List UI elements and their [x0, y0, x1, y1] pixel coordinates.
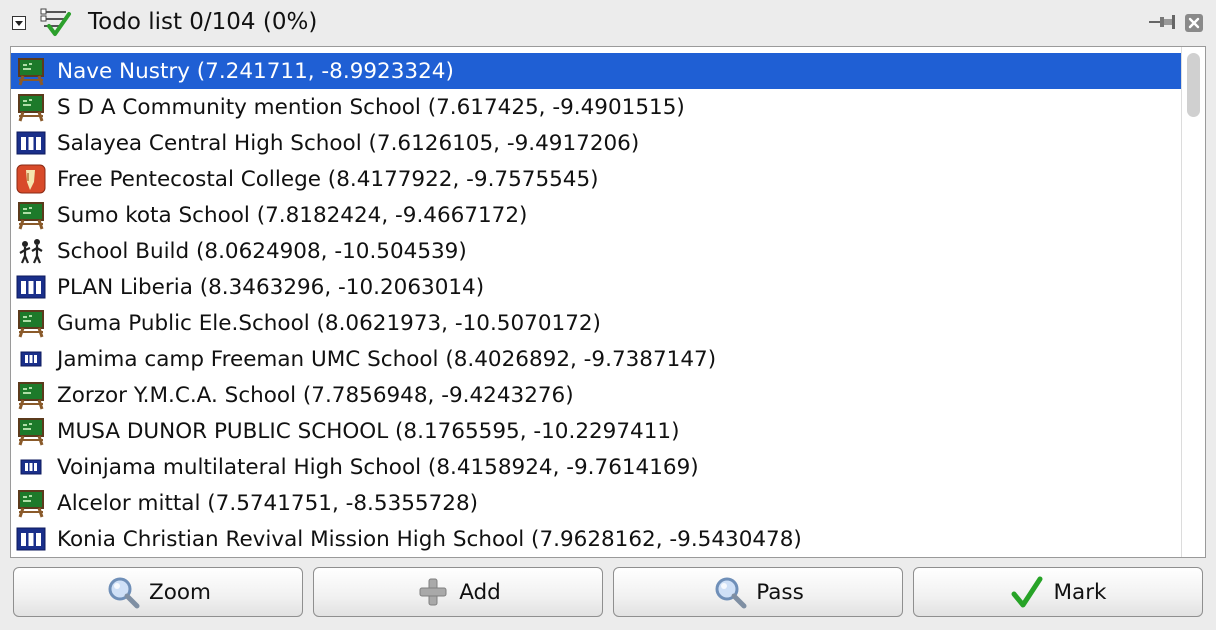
list-item-label: Salayea Central High School (7.6126105, …	[57, 130, 640, 156]
zoom-icon	[712, 574, 748, 610]
list-item[interactable]: Alcelor mittal (7.5741751, -8.5355728)	[11, 485, 1181, 521]
checkmark-icon	[1009, 574, 1045, 610]
school-board-icon	[15, 55, 47, 87]
panel-titlebar: Todo list 0/104 (0%)	[0, 0, 1216, 44]
list-item[interactable]: Jamima camp Freeman UMC School (8.402689…	[11, 341, 1181, 377]
school-board-icon	[15, 91, 47, 123]
list-item[interactable]: Free Pentecostal College (8.4177922, -9.…	[11, 161, 1181, 197]
high-school-icon	[15, 127, 47, 159]
school-board-icon	[15, 307, 47, 339]
list-item-label: Konia Christian Revival Mission High Sch…	[57, 526, 802, 552]
high-school-icon	[15, 523, 47, 555]
todo-checklist-icon	[40, 8, 71, 36]
list-item-label: Guma Public Ele.School (8.0621973, -10.5…	[57, 310, 601, 336]
zoom-icon	[105, 574, 141, 610]
zoom-button-label: Zoom	[149, 579, 211, 605]
list-item[interactable]: PLAN Liberia (8.3463296, -10.2063014)	[11, 269, 1181, 305]
list-item-label: Sumo kota School (7.8182424, -9.4667172)	[57, 202, 528, 228]
panel-title: Todo list 0/104 (0%)	[88, 9, 318, 35]
pass-button[interactable]: Pass	[613, 567, 903, 617]
mark-button[interactable]: Mark	[913, 567, 1203, 617]
list-item-label: Jamima camp Freeman UMC School (8.402689…	[57, 346, 717, 372]
todo-list[interactable]: Nave Nustry (7.241711, -8.9923324) S D A …	[10, 46, 1206, 558]
small-building-icon	[15, 343, 47, 375]
list-item[interactable]: MUSA DUNOR PUBLIC SCHOOL (8.1765595, -10…	[11, 413, 1181, 449]
children-icon	[15, 235, 47, 267]
list-item-label: Zorzor Y.M.C.A. School (7.7856948, -9.42…	[57, 382, 574, 408]
list-item[interactable]: Salayea Central High School (7.6126105, …	[11, 125, 1181, 161]
list-item-label: Nave Nustry (7.241711, -8.9923324)	[57, 58, 454, 84]
list-item-label: S D A Community mention School (7.617425…	[57, 94, 685, 120]
list-item[interactable]: Zorzor Y.M.C.A. School (7.7856948, -9.42…	[11, 377, 1181, 413]
school-board-icon	[15, 415, 47, 447]
collapse-toggle-icon[interactable]	[12, 16, 26, 30]
vertical-scrollbar[interactable]	[1181, 47, 1205, 557]
small-building-icon	[15, 451, 47, 483]
add-button-label: Add	[459, 579, 501, 605]
list-item[interactable]: Guma Public Ele.School (8.0621973, -10.5…	[11, 305, 1181, 341]
scrollbar-thumb[interactable]	[1187, 53, 1200, 117]
list-item-label: PLAN Liberia (8.3463296, -10.2063014)	[57, 274, 485, 300]
list-item[interactable]: Konia Christian Revival Mission High Sch…	[11, 521, 1181, 557]
list-item-label: School Build (8.0624908, -10.504539)	[57, 238, 467, 264]
close-icon[interactable]	[1184, 13, 1204, 33]
school-board-icon	[15, 487, 47, 519]
mark-button-label: Mark	[1053, 579, 1107, 605]
list-item-label: Voinjama multilateral High School (8.415…	[57, 454, 699, 480]
list-item-label: Alcelor mittal (7.5741751, -8.5355728)	[57, 490, 479, 516]
add-button[interactable]: Add	[313, 567, 603, 617]
high-school-icon	[15, 271, 47, 303]
todo-items: Nave Nustry (7.241711, -8.9923324) S D A …	[11, 53, 1181, 557]
list-item[interactable]: School Build (8.0624908, -10.504539)	[11, 233, 1181, 269]
list-item[interactable]: S D A Community mention School (7.617425…	[11, 89, 1181, 125]
school-board-icon	[15, 199, 47, 231]
list-item-label: Free Pentecostal College (8.4177922, -9.…	[57, 166, 599, 192]
college-icon	[15, 163, 47, 195]
zoom-button[interactable]: Zoom	[13, 567, 303, 617]
list-item[interactable]: Voinjama multilateral High School (8.415…	[11, 449, 1181, 485]
plus-icon	[415, 574, 451, 610]
list-item-label: MUSA DUNOR PUBLIC SCHOOL (8.1765595, -10…	[57, 418, 680, 444]
list-item[interactable]: Nave Nustry (7.241711, -8.9923324)	[11, 53, 1181, 89]
pass-button-label: Pass	[756, 579, 804, 605]
school-board-icon	[15, 379, 47, 411]
pin-icon[interactable]	[1148, 13, 1176, 31]
list-item[interactable]: Sumo kota School (7.8182424, -9.4667172)	[11, 197, 1181, 233]
